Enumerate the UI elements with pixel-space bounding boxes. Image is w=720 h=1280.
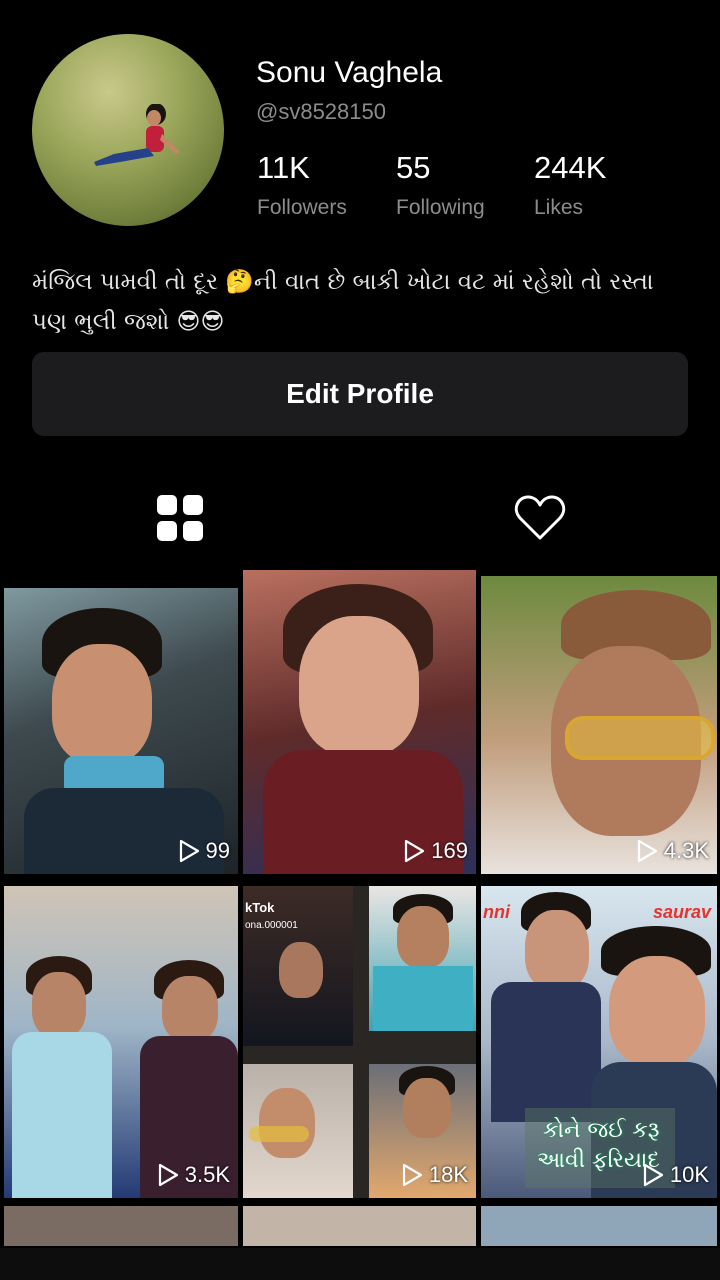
video-tile[interactable]: 4.3K [481,576,717,874]
view-count: 18K [401,1162,468,1188]
view-count: 99 [178,838,230,864]
watermark-text: kTok [245,900,275,915]
video-grid: 99 169 4.3K 3.5K kTok ona.000001 18K nni… [0,566,720,1246]
profile-tabs [0,480,720,560]
overlay-caption-line1: કોને જઈ કરૂ [543,1118,660,1143]
tab-videos[interactable] [152,490,208,546]
thumbnail-art [12,1032,112,1198]
profile-avatar[interactable] [32,34,224,226]
avatar-photo [94,104,180,166]
followers-label: Followers [257,196,347,219]
edit-profile-button[interactable]: Edit Profile [32,352,688,436]
thumbnail-art [259,1088,315,1158]
view-count-text: 3.5K [184,1162,230,1187]
view-count-text: 18K [428,1162,468,1187]
following-stat[interactable]: 55 Following [396,150,485,220]
thumbnail-art [525,910,589,990]
likes-label: Likes [534,196,584,219]
play-icon [402,1163,422,1187]
play-icon [405,839,425,863]
play-icon [158,1163,178,1187]
view-count-text: 4.3K [663,838,709,863]
video-tile[interactable]: nni saurav કોને જઈ કરૂ આવી ફરિયાદ 10K [481,886,717,1198]
profile-handle: @sv8528150 [256,99,386,124]
view-count: 10K [642,1162,709,1188]
overlay-tag-right: saurav [652,902,711,922]
collage-photo [369,886,476,1031]
video-tile[interactable]: 99 [4,588,238,874]
thumbnail-art [162,976,218,1042]
following-label: Following [396,196,485,219]
video-tile[interactable]: 3.5K [4,886,238,1198]
overlay-tag-left: nni [483,902,510,922]
view-count-text: 10K [669,1162,709,1187]
view-count: 4.3K [636,838,709,864]
likes-count: 244K [534,150,607,185]
view-count-text: 169 [431,838,468,863]
followers-stat[interactable]: 11K Followers [257,150,347,220]
heart-icon [514,495,566,540]
view-count: 3.5K [157,1162,230,1188]
thumbnail-art [32,972,86,1038]
view-count: 169 [403,838,468,864]
thumbnail-art [397,906,449,968]
collage-photo [243,1064,353,1198]
system-nav-bar [0,1248,720,1280]
play-icon [179,839,199,863]
thumbnail-art [565,716,715,760]
thumbnail-art [249,1126,309,1142]
profile-name: Sonu Vaghela [256,56,443,89]
video-tile[interactable]: 169 [243,570,476,874]
profile-bio: મંજિલ પામવી તો દૂર 🤔ની વાત છે બાકી ખોટા … [32,269,654,335]
watermark-subtext: ona.000001 [245,920,298,931]
followers-count: 11K [257,150,310,185]
video-tile[interactable]: kTok ona.000001 18K [243,886,476,1198]
video-tile[interactable] [481,1206,717,1246]
video-tile[interactable] [243,1206,476,1246]
thumbnail-art [491,982,601,1122]
play-icon [643,1163,663,1187]
grid-icon [157,495,203,541]
thumbnail-art [609,956,705,1066]
play-icon [637,839,657,863]
tab-liked[interactable] [512,490,568,546]
likes-stat[interactable]: 244K Likes [534,150,606,220]
following-count: 55 [396,150,431,185]
collage-photo: kTok ona.000001 [243,886,353,1046]
thumbnail-art [299,616,419,756]
thumbnail-art [403,1078,451,1138]
thumbnail-art [52,644,152,764]
thumbnail-art [373,966,473,1031]
video-tile[interactable] [4,1206,238,1246]
view-count-text: 99 [205,838,230,863]
thumbnail-art [279,942,323,998]
